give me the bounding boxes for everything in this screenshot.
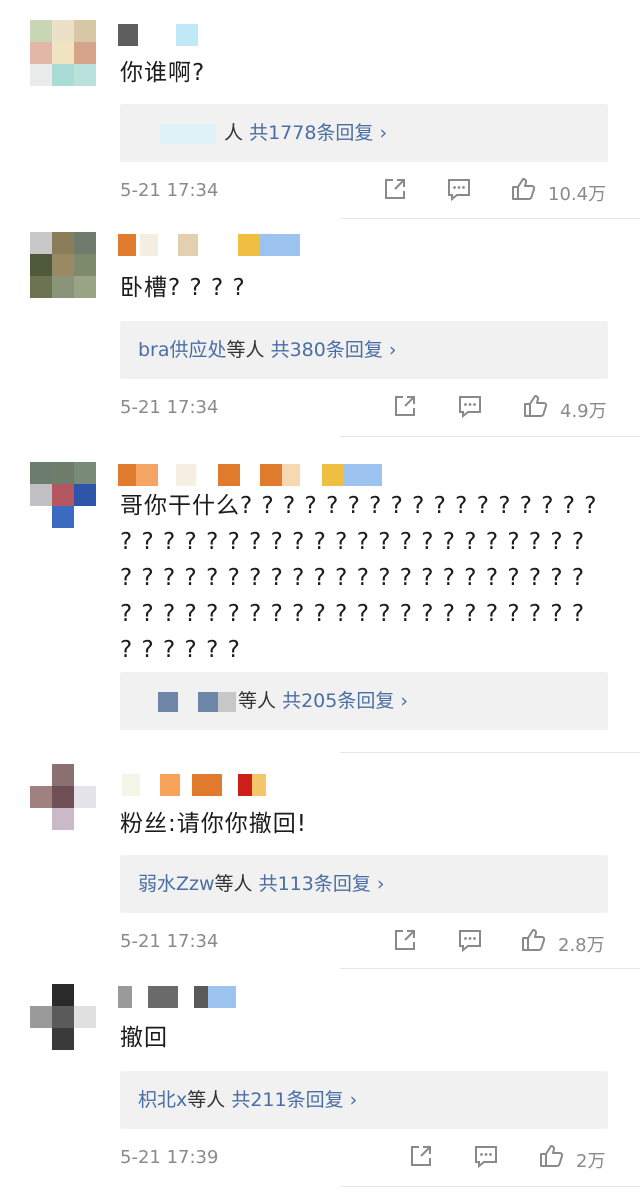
- like-count: 4.9万: [560, 401, 607, 422]
- comment-meta: 5-21 17:34 10.4万: [120, 176, 608, 206]
- reply-tail: 等人: [187, 1089, 226, 1111]
- reply-count: 共113条回复: [258, 873, 371, 895]
- replier-name[interactable]: 弱水Zzw: [138, 873, 215, 895]
- comment-text: 卧槽? ? ? ?: [120, 275, 246, 301]
- like-count: 2万: [576, 1151, 606, 1172]
- comment-meta: 5-21 17:34 4.9万: [120, 393, 608, 423]
- chevron-right-icon: ›: [400, 690, 408, 712]
- timestamp: 5-21 17:34: [120, 931, 219, 952]
- comment-icon[interactable]: [473, 1143, 499, 1169]
- share-icon[interactable]: [392, 927, 418, 953]
- replier-name[interactable]: bra供应处: [138, 339, 227, 361]
- reply-summary[interactable]: 枳北x等人 共211条回复 ›: [120, 1071, 608, 1129]
- divider: [340, 752, 640, 753]
- chevron-right-icon: ›: [376, 873, 385, 895]
- thumbs-up-icon[interactable]: [520, 927, 546, 953]
- comment-meta: 5-21 17:39 2万: [120, 1143, 608, 1173]
- avatar[interactable]: [30, 20, 96, 86]
- timestamp: 5-21 17:34: [120, 397, 219, 418]
- reply-count: 共211条回复: [231, 1089, 344, 1111]
- reply-count: 共380条回复: [270, 339, 383, 361]
- reply-summary[interactable]: 等人 共205条回复 ›: [120, 672, 608, 730]
- timestamp: 5-21 17:34: [120, 180, 219, 201]
- replier-name[interactable]: 枳北x: [138, 1089, 187, 1111]
- username-mosaic[interactable]: [118, 986, 258, 1008]
- comment-text: 你谁啊?: [120, 60, 206, 86]
- chevron-right-icon: ›: [388, 339, 397, 361]
- reply-tail: 等人: [226, 339, 265, 361]
- thumbs-up-icon[interactable]: [538, 1143, 564, 1169]
- chevron-right-icon: ›: [379, 122, 388, 144]
- thumbs-up-icon[interactable]: [510, 176, 536, 202]
- comment-text: 粉丝:请你你撤回!: [120, 811, 307, 837]
- comment-text: 撤回: [120, 1025, 168, 1051]
- comment-icon[interactable]: [446, 176, 472, 202]
- avatar[interactable]: [30, 764, 96, 830]
- reply-summary[interactable]: 人 共1778条回复 ›: [120, 104, 608, 162]
- avatar[interactable]: [30, 232, 96, 298]
- divider: [340, 968, 640, 969]
- like-count: 2.8万: [558, 935, 605, 956]
- share-icon[interactable]: [382, 176, 408, 202]
- thumbs-up-icon[interactable]: [522, 393, 548, 419]
- share-icon[interactable]: [408, 1143, 434, 1169]
- chevron-right-icon: ›: [349, 1089, 358, 1111]
- reply-tail: 等人: [214, 873, 253, 895]
- username-mosaic[interactable]: [118, 24, 208, 46]
- reply-summary[interactable]: 弱水Zzw等人 共113条回复 ›: [120, 855, 608, 913]
- divider: [340, 436, 640, 437]
- reply-tail: 等人: [238, 690, 277, 712]
- reply-count: 共205条回复: [282, 690, 395, 712]
- timestamp: 5-21 17:39: [120, 1147, 219, 1168]
- reply-count: 共1778条回复: [249, 122, 374, 144]
- username-mosaic[interactable]: [118, 464, 388, 486]
- comment-meta: 5-21 17:34 2.8万: [120, 927, 608, 957]
- username-mosaic[interactable]: [118, 774, 278, 796]
- comment-text: 哥你干什么? ? ? ? ? ? ? ? ? ? ? ? ? ? ? ? ? ?…: [120, 493, 598, 663]
- reply-tail: 人: [224, 122, 244, 144]
- like-count: 10.4万: [548, 184, 607, 205]
- reply-summary[interactable]: bra供应处等人 共380条回复 ›: [120, 321, 608, 379]
- avatar[interactable]: [30, 462, 96, 528]
- share-icon[interactable]: [392, 393, 418, 419]
- comment-icon[interactable]: [457, 927, 483, 953]
- divider: [340, 1186, 640, 1187]
- comment-icon[interactable]: [457, 393, 483, 419]
- avatar[interactable]: [30, 984, 96, 1050]
- divider: [340, 218, 640, 219]
- username-mosaic[interactable]: [118, 234, 308, 256]
